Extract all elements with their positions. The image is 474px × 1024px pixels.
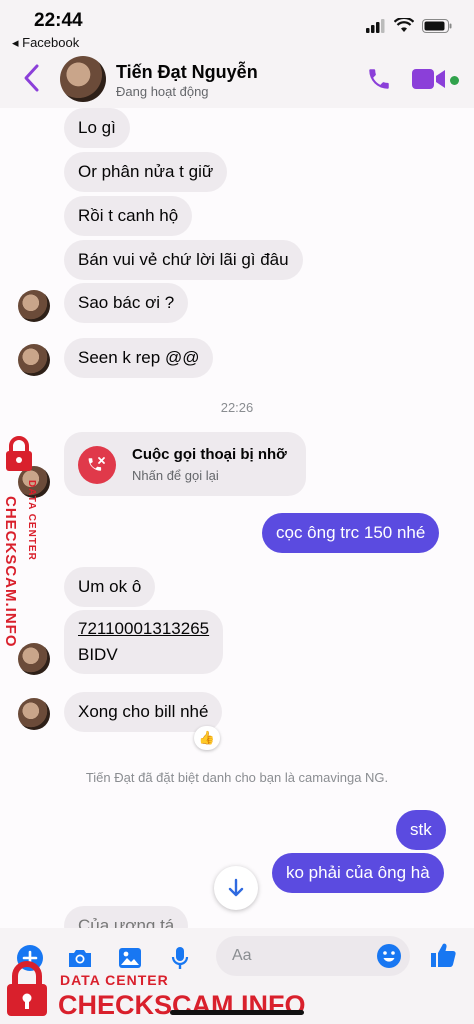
lock-icon (6, 436, 32, 471)
account-number-bubble[interactable]: 72110001313265 BIDV (64, 610, 224, 674)
message-bubble-incoming[interactable]: Um ok ô (64, 567, 156, 607)
watermark-side-title: CHECKSCAM.INFO (2, 496, 19, 648)
thumbs-up-reaction-icon[interactable]: 👍 (194, 726, 220, 750)
message-timestamp: 22:26 (220, 400, 254, 415)
contact-active-status: Đang hoạt động (116, 84, 209, 99)
message-bubble-incoming[interactable]: Seen k rep @@ (64, 338, 214, 378)
lock-icon (7, 961, 47, 1016)
message-bubble-outgoing[interactable]: stk (396, 810, 446, 850)
battery-icon (422, 18, 452, 33)
message-bubble-incoming[interactable]: Or phân nửa t giữ (64, 152, 228, 192)
message-bubble-outgoing[interactable]: cọc ông trc 150 nhé (262, 513, 440, 553)
status-bar: 22:44 ◂ Facebook (0, 0, 474, 52)
arrow-down-icon (228, 878, 244, 897)
contact-name[interactable]: Tiến Đạt Nguyễn (116, 62, 258, 83)
online-indicator (450, 76, 459, 85)
message-bubble-incoming[interactable]: Xong cho bill nhé (64, 692, 223, 732)
wifi-icon (394, 18, 414, 32)
watermark-bottom-title: CHECKSCAM.INFO (58, 990, 306, 1020)
watermark-side-subtitle: DATA CENTER (26, 480, 37, 561)
account-number-link[interactable]: 72110001313265 (78, 616, 209, 642)
bank-name: BIDV (78, 645, 118, 664)
home-indicator[interactable] (170, 1010, 304, 1015)
back-chevron-icon[interactable] (20, 62, 44, 94)
sender-avatar[interactable] (18, 643, 50, 675)
message-bubble-incoming[interactable]: Rồi t canh hộ (64, 196, 193, 236)
sender-avatar[interactable] (18, 344, 50, 376)
contact-avatar[interactable] (60, 56, 106, 102)
sender-avatar[interactable] (18, 290, 50, 322)
watermark-bottom-subtitle: DATA CENTER (60, 972, 169, 988)
status-icons (366, 18, 452, 33)
nickname-system-note: Tiến Đạt đã đặt biệt danh cho bạn là cam… (85, 770, 389, 785)
missed-call-icon (78, 446, 116, 484)
watermark-side: CHECKSCAM.INFO DATA CENTER (2, 436, 46, 668)
message-bubble-incoming[interactable]: Bán vui vẻ chứ lời lãi gì đâu (64, 240, 303, 280)
conversation-header: Tiến Đạt Nguyễn Đang hoạt động (0, 52, 474, 108)
signal-icon (366, 18, 385, 33)
phone-call-icon[interactable] (366, 66, 392, 92)
message-bubble-incoming[interactable]: Lo gì (64, 108, 130, 148)
missed-call-card[interactable]: Cuộc gọi thoại bị nhỡ Nhấn để gọi lại (64, 432, 306, 496)
scroll-down-button[interactable] (214, 866, 258, 910)
message-bubble-incoming[interactable]: Sao bác ơi ? (64, 283, 189, 323)
call-back-hint: Nhấn để gọi lại (132, 468, 219, 483)
video-call-icon[interactable] (412, 68, 446, 90)
message-bubble-outgoing[interactable]: ko phải của ông hà (272, 853, 444, 893)
back-to-facebook-link[interactable]: ◂ Facebook (12, 35, 79, 51)
sender-avatar[interactable] (18, 698, 50, 730)
missed-call-title: Cuộc gọi thoại bị nhỡ (132, 446, 287, 463)
status-time: 22:44 (34, 10, 83, 31)
